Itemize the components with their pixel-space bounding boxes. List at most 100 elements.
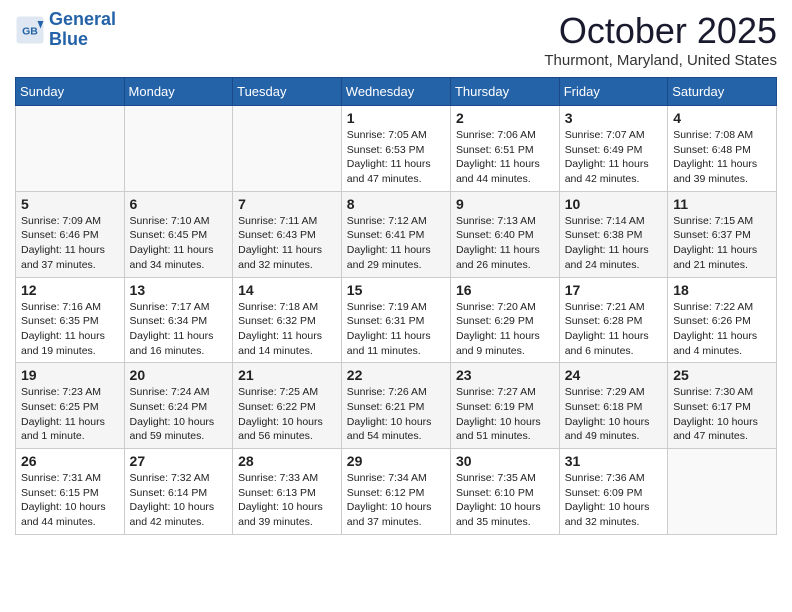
location: Thurmont, Maryland, United States bbox=[544, 52, 777, 69]
day-info: Sunrise: 7:11 AM Sunset: 6:43 PM Dayligh… bbox=[238, 214, 336, 273]
day-info: Sunrise: 7:35 AM Sunset: 6:10 PM Dayligh… bbox=[456, 471, 554, 530]
weekday-header-thursday: Thursday bbox=[450, 78, 559, 106]
calendar-cell: 14 Sunrise: 7:18 AM Sunset: 6:32 PM Dayli… bbox=[233, 277, 342, 363]
weekday-header-row: SundayMondayTuesdayWednesdayThursdayFrid… bbox=[16, 78, 777, 106]
day-number: 27 bbox=[130, 453, 228, 469]
day-number: 5 bbox=[21, 196, 119, 212]
calendar-cell: 1 Sunrise: 7:05 AM Sunset: 6:53 PM Daylig… bbox=[341, 106, 450, 192]
calendar-cell: 2Sunrise: 7:06 AM Sunset: 6:51 PM Daylig… bbox=[450, 106, 559, 192]
day-info: Sunrise: 7:16 AM Sunset: 6:35 PM Dayligh… bbox=[21, 300, 119, 359]
day-number: 17 bbox=[565, 282, 663, 298]
day-info: Sunrise: 7:30 AM Sunset: 6:17 PM Dayligh… bbox=[673, 385, 771, 444]
calendar-cell: 28 Sunrise: 7:33 AM Sunset: 6:13 PM Dayli… bbox=[233, 449, 342, 535]
calendar-cell: 15Sunrise: 7:19 AM Sunset: 6:31 PM Dayli… bbox=[341, 277, 450, 363]
day-info: Sunrise: 7:24 AM Sunset: 6:24 PM Dayligh… bbox=[130, 385, 228, 444]
weekday-header-friday: Friday bbox=[559, 78, 668, 106]
calendar-week-1: 1 Sunrise: 7:05 AM Sunset: 6:53 PM Daylig… bbox=[16, 106, 777, 192]
calendar-cell: 27 Sunrise: 7:32 AM Sunset: 6:14 PM Dayli… bbox=[124, 449, 233, 535]
day-number: 25 bbox=[673, 367, 771, 383]
calendar-cell: 10 Sunrise: 7:14 AM Sunset: 6:38 PM Dayli… bbox=[559, 191, 668, 277]
day-number: 28 bbox=[238, 453, 336, 469]
calendar-cell: 7 Sunrise: 7:11 AM Sunset: 6:43 PM Daylig… bbox=[233, 191, 342, 277]
calendar-cell: 12 Sunrise: 7:16 AM Sunset: 6:35 PM Dayli… bbox=[16, 277, 125, 363]
logo-text: General Blue bbox=[49, 10, 116, 50]
day-number: 10 bbox=[565, 196, 663, 212]
weekday-header-saturday: Saturday bbox=[668, 78, 777, 106]
day-number: 3 bbox=[565, 110, 663, 126]
day-info: Sunrise: 7:09 AM Sunset: 6:46 PM Dayligh… bbox=[21, 214, 119, 273]
calendar-table: SundayMondayTuesdayWednesdayThursdayFrid… bbox=[15, 77, 777, 535]
title-block: October 2025 Thurmont, Maryland, United … bbox=[544, 10, 777, 69]
calendar-cell: 6 Sunrise: 7:10 AM Sunset: 6:45 PM Daylig… bbox=[124, 191, 233, 277]
day-info: Sunrise: 7:20 AM Sunset: 6:29 PM Dayligh… bbox=[456, 300, 554, 359]
day-info: Sunrise: 7:25 AM Sunset: 6:22 PM Dayligh… bbox=[238, 385, 336, 444]
calendar-cell: 5 Sunrise: 7:09 AM Sunset: 6:46 PM Daylig… bbox=[16, 191, 125, 277]
day-info: Sunrise: 7:05 AM Sunset: 6:53 PM Dayligh… bbox=[347, 128, 445, 187]
day-info: Sunrise: 7:15 AM Sunset: 6:37 PM Dayligh… bbox=[673, 214, 771, 273]
day-info: Sunrise: 7:06 AM Sunset: 6:51 PM Dayligh… bbox=[456, 128, 554, 187]
calendar-cell bbox=[16, 106, 125, 192]
day-number: 1 bbox=[347, 110, 445, 126]
logo-icon: GB bbox=[15, 15, 45, 45]
calendar-week-3: 12 Sunrise: 7:16 AM Sunset: 6:35 PM Dayli… bbox=[16, 277, 777, 363]
day-info: Sunrise: 7:34 AM Sunset: 6:12 PM Dayligh… bbox=[347, 471, 445, 530]
calendar-week-5: 26Sunrise: 7:31 AM Sunset: 6:15 PM Dayli… bbox=[16, 449, 777, 535]
day-info: Sunrise: 7:26 AM Sunset: 6:21 PM Dayligh… bbox=[347, 385, 445, 444]
calendar-cell: 24 Sunrise: 7:29 AM Sunset: 6:18 PM Dayli… bbox=[559, 363, 668, 449]
day-info: Sunrise: 7:08 AM Sunset: 6:48 PM Dayligh… bbox=[673, 128, 771, 187]
calendar-cell: 31 Sunrise: 7:36 AM Sunset: 6:09 PM Dayli… bbox=[559, 449, 668, 535]
day-number: 6 bbox=[130, 196, 228, 212]
day-number: 21 bbox=[238, 367, 336, 383]
day-number: 19 bbox=[21, 367, 119, 383]
day-number: 8 bbox=[347, 196, 445, 212]
day-info: Sunrise: 7:13 AM Sunset: 6:40 PM Dayligh… bbox=[456, 214, 554, 273]
month-title: October 2025 bbox=[544, 10, 777, 52]
day-info: Sunrise: 7:23 AM Sunset: 6:25 PM Dayligh… bbox=[21, 385, 119, 444]
calendar-cell: 9 Sunrise: 7:13 AM Sunset: 6:40 PM Daylig… bbox=[450, 191, 559, 277]
calendar-cell: 3 Sunrise: 7:07 AM Sunset: 6:49 PM Daylig… bbox=[559, 106, 668, 192]
day-number: 23 bbox=[456, 367, 554, 383]
day-info: Sunrise: 7:22 AM Sunset: 6:26 PM Dayligh… bbox=[673, 300, 771, 359]
calendar-cell: 18 Sunrise: 7:22 AM Sunset: 6:26 PM Dayli… bbox=[668, 277, 777, 363]
calendar-cell: 22 Sunrise: 7:26 AM Sunset: 6:21 PM Dayli… bbox=[341, 363, 450, 449]
calendar-cell: 30 Sunrise: 7:35 AM Sunset: 6:10 PM Dayli… bbox=[450, 449, 559, 535]
svg-text:GB: GB bbox=[22, 25, 38, 37]
day-number: 30 bbox=[456, 453, 554, 469]
logo-general: General bbox=[49, 9, 116, 29]
logo-blue: Blue bbox=[49, 29, 88, 49]
weekday-header-monday: Monday bbox=[124, 78, 233, 106]
day-info: Sunrise: 7:07 AM Sunset: 6:49 PM Dayligh… bbox=[565, 128, 663, 187]
calendar-cell: 16Sunrise: 7:20 AM Sunset: 6:29 PM Dayli… bbox=[450, 277, 559, 363]
calendar-cell: 29 Sunrise: 7:34 AM Sunset: 6:12 PM Dayli… bbox=[341, 449, 450, 535]
day-info: Sunrise: 7:17 AM Sunset: 6:34 PM Dayligh… bbox=[130, 300, 228, 359]
day-number: 12 bbox=[21, 282, 119, 298]
logo: GB General Blue bbox=[15, 10, 116, 50]
calendar-cell: 8Sunrise: 7:12 AM Sunset: 6:41 PM Daylig… bbox=[341, 191, 450, 277]
day-info: Sunrise: 7:19 AM Sunset: 6:31 PM Dayligh… bbox=[347, 300, 445, 359]
day-number: 24 bbox=[565, 367, 663, 383]
calendar-cell: 20Sunrise: 7:24 AM Sunset: 6:24 PM Dayli… bbox=[124, 363, 233, 449]
day-info: Sunrise: 7:29 AM Sunset: 6:18 PM Dayligh… bbox=[565, 385, 663, 444]
day-info: Sunrise: 7:14 AM Sunset: 6:38 PM Dayligh… bbox=[565, 214, 663, 273]
calendar-cell: 25 Sunrise: 7:30 AM Sunset: 6:17 PM Dayli… bbox=[668, 363, 777, 449]
calendar-cell: 17Sunrise: 7:21 AM Sunset: 6:28 PM Dayli… bbox=[559, 277, 668, 363]
day-number: 13 bbox=[130, 282, 228, 298]
weekday-header-tuesday: Tuesday bbox=[233, 78, 342, 106]
calendar-cell: 4Sunrise: 7:08 AM Sunset: 6:48 PM Daylig… bbox=[668, 106, 777, 192]
day-number: 14 bbox=[238, 282, 336, 298]
day-info: Sunrise: 7:32 AM Sunset: 6:14 PM Dayligh… bbox=[130, 471, 228, 530]
day-number: 31 bbox=[565, 453, 663, 469]
day-info: Sunrise: 7:10 AM Sunset: 6:45 PM Dayligh… bbox=[130, 214, 228, 273]
day-number: 29 bbox=[347, 453, 445, 469]
calendar-cell: 13 Sunrise: 7:17 AM Sunset: 6:34 PM Dayli… bbox=[124, 277, 233, 363]
day-number: 26 bbox=[21, 453, 119, 469]
day-number: 7 bbox=[238, 196, 336, 212]
day-number: 22 bbox=[347, 367, 445, 383]
calendar-week-2: 5 Sunrise: 7:09 AM Sunset: 6:46 PM Daylig… bbox=[16, 191, 777, 277]
day-info: Sunrise: 7:36 AM Sunset: 6:09 PM Dayligh… bbox=[565, 471, 663, 530]
day-number: 18 bbox=[673, 282, 771, 298]
day-info: Sunrise: 7:33 AM Sunset: 6:13 PM Dayligh… bbox=[238, 471, 336, 530]
day-info: Sunrise: 7:18 AM Sunset: 6:32 PM Dayligh… bbox=[238, 300, 336, 359]
day-number: 9 bbox=[456, 196, 554, 212]
calendar-cell: 21 Sunrise: 7:25 AM Sunset: 6:22 PM Dayli… bbox=[233, 363, 342, 449]
